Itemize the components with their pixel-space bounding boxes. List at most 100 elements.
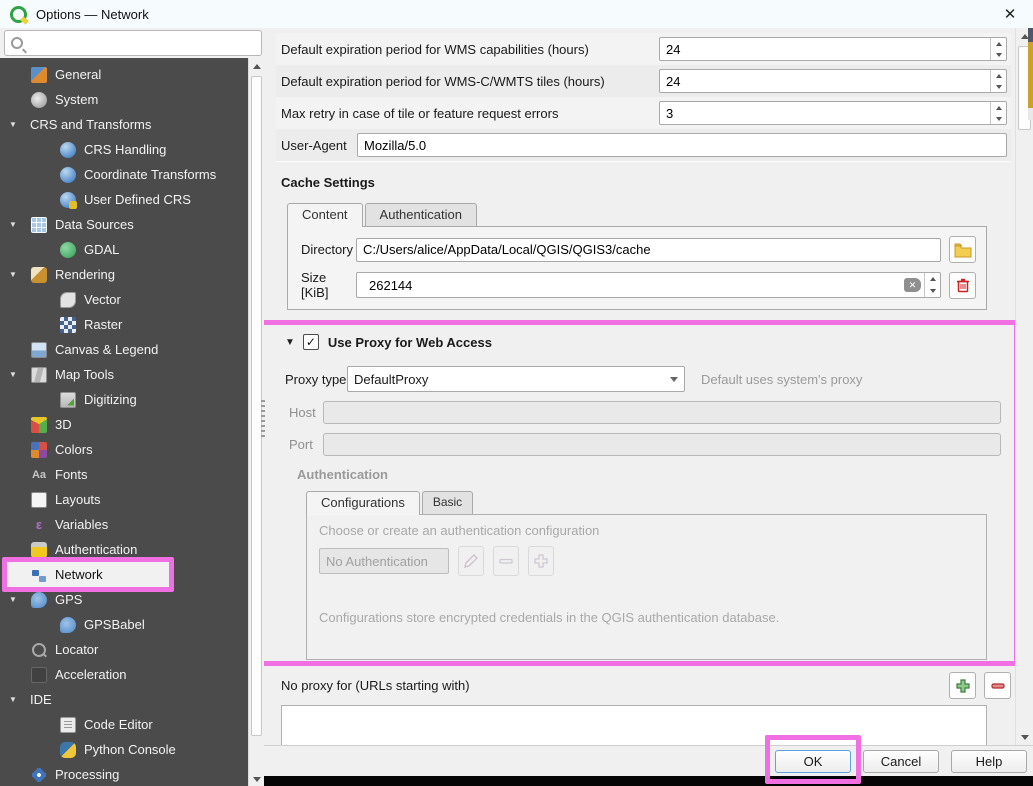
sidebar-item-acceleration[interactable]: Acceleration <box>0 662 248 687</box>
sidebar-item-vector[interactable]: Vector <box>0 287 248 312</box>
no-proxy-url-list[interactable] <box>281 705 987 745</box>
help-button[interactable]: Help <box>951 750 1027 773</box>
settings-tree: General System ▼ CRS and Transforms CRS … <box>0 58 248 786</box>
tab-configurations[interactable]: Configurations <box>306 491 420 514</box>
no-proxy-label: No proxy for (URLs starting with) <box>281 678 470 693</box>
authentication-heading: Authentication <box>297 467 1011 483</box>
clear-cache-button[interactable] <box>949 272 976 299</box>
wmts-tiles-value[interactable] <box>660 70 990 92</box>
scroll-down-icon[interactable] <box>1016 729 1033 745</box>
sidebar-item-digitizing[interactable]: Digitizing <box>0 387 248 412</box>
spin-down-icon[interactable] <box>991 81 1006 92</box>
screen-edge-artifact <box>1028 28 1033 120</box>
digitizing-icon <box>60 392 76 408</box>
sidebar-item-network[interactable]: Network <box>0 562 248 587</box>
browse-folder-button[interactable] <box>949 236 976 263</box>
search-box[interactable] <box>4 30 262 56</box>
user-agent-input[interactable] <box>357 133 1007 157</box>
search-input[interactable] <box>29 36 255 51</box>
expand-arrow-icon[interactable]: ▼ <box>9 270 17 279</box>
layouts-icon <box>31 492 47 508</box>
sidebar-item-map-tools[interactable]: ▼ Map Tools <box>0 362 248 387</box>
sidebar-item-user-defined-crs[interactable]: User Defined CRS <box>0 187 248 212</box>
size-label: Size [KiB] <box>301 270 356 300</box>
sidebar-item-ide[interactable]: ▼ IDE <box>0 687 248 712</box>
sidebar: General System ▼ CRS and Transforms CRS … <box>0 28 264 776</box>
cache-directory-input[interactable] <box>356 238 941 262</box>
sidebar-item-processing[interactable]: Processing <box>0 762 248 786</box>
max-retry-spinbox[interactable] <box>659 101 1007 125</box>
edit-auth-button[interactable] <box>458 546 484 576</box>
spin-down-icon[interactable] <box>991 113 1006 124</box>
cache-size-spinbox[interactable]: ✕ <box>356 272 941 298</box>
sidebar-item-gpsbabel[interactable]: GPSBabel <box>0 612 248 637</box>
add-url-button[interactable] <box>949 672 976 699</box>
sidebar-item-general[interactable]: General <box>0 62 248 87</box>
auth-info-text: Configurations store encrypted credentia… <box>319 610 974 625</box>
raster-icon <box>60 317 76 333</box>
main-scrollbar[interactable] <box>1015 28 1033 745</box>
tab-basic[interactable]: Basic <box>422 491 473 514</box>
sidebar-item-data-sources[interactable]: ▼ Data Sources <box>0 212 248 237</box>
scroll-up-icon[interactable] <box>249 58 264 74</box>
wms-capabilities-value[interactable] <box>660 38 990 60</box>
expand-arrow-icon[interactable]: ▼ <box>9 595 17 604</box>
spin-up-icon[interactable] <box>991 38 1006 49</box>
search-strip <box>0 28 264 58</box>
add-auth-button[interactable] <box>528 546 554 576</box>
remove-url-button[interactable] <box>984 672 1011 699</box>
sidebar-item-colors[interactable]: Colors <box>0 437 248 462</box>
sidebar-item-crs-handling[interactable]: CRS Handling <box>0 137 248 162</box>
auth-config-value: No Authentication <box>326 554 428 569</box>
wms-capabilities-spinbox[interactable] <box>659 37 1007 61</box>
general-icon <box>31 67 47 83</box>
tab-content[interactable]: Content <box>287 203 363 226</box>
expand-arrow-icon[interactable]: ▼ <box>9 120 17 129</box>
max-retry-label: Max retry in case of tile or feature req… <box>281 106 659 121</box>
remove-auth-button[interactable] <box>493 546 519 576</box>
trash-icon <box>955 277 971 293</box>
max-retry-value[interactable] <box>660 102 990 124</box>
spin-down-icon[interactable] <box>925 285 940 297</box>
proxy-type-note: Default uses system's proxy <box>701 372 862 387</box>
close-icon[interactable]: ✕ <box>997 5 1023 23</box>
spin-up-icon[interactable] <box>925 273 940 285</box>
sidebar-item-raster[interactable]: Raster <box>0 312 248 337</box>
sidebar-item-coordinate-transforms[interactable]: Coordinate Transforms <box>0 162 248 187</box>
sidebar-item-fonts[interactable]: Aa Fonts <box>0 462 248 487</box>
cache-size-value[interactable] <box>363 278 904 293</box>
clear-icon[interactable]: ✕ <box>904 278 921 292</box>
sidebar-item-code-editor[interactable]: Code Editor <box>0 712 248 737</box>
sidebar-item-system[interactable]: System <box>0 87 248 112</box>
sidebar-item-layouts[interactable]: Layouts <box>0 487 248 512</box>
cancel-button[interactable]: Cancel <box>863 750 939 773</box>
sidebar-item-canvas-legend[interactable]: Canvas & Legend <box>0 337 248 362</box>
sidebar-item-crs-and-transforms[interactable]: ▼ CRS and Transforms <box>0 112 248 137</box>
panel-splitter-handle[interactable] <box>261 400 265 440</box>
port-input[interactable] <box>323 433 1001 456</box>
expand-arrow-icon[interactable]: ▼ <box>9 695 17 704</box>
python-icon <box>60 742 76 758</box>
spin-up-icon[interactable] <box>991 102 1006 113</box>
sidebar-item-3d[interactable]: 3D <box>0 412 248 437</box>
proxy-section: ▼ ✓ Use Proxy for Web Access Proxy type … <box>276 320 1011 660</box>
tab-authentication[interactable]: Authentication <box>365 203 477 226</box>
spin-up-icon[interactable] <box>991 70 1006 81</box>
wmts-tiles-spinbox[interactable] <box>659 69 1007 93</box>
ok-button[interactable]: OK <box>775 750 851 773</box>
spin-down-icon[interactable] <box>991 49 1006 60</box>
host-input[interactable] <box>323 401 1001 424</box>
sidebar-item-rendering[interactable]: ▼ Rendering <box>0 262 248 287</box>
expand-arrow-icon[interactable]: ▼ <box>9 220 17 229</box>
sidebar-item-gdal[interactable]: GDAL <box>0 237 248 262</box>
scroll-down-icon[interactable] <box>249 771 264 786</box>
use-proxy-checkbox[interactable]: ✓ <box>303 334 319 350</box>
sidebar-item-python-console[interactable]: Python Console <box>0 737 248 762</box>
expand-arrow-icon[interactable]: ▼ <box>9 370 17 379</box>
collapse-arrow-icon[interactable]: ▼ <box>285 337 295 348</box>
sidebar-item-locator[interactable]: Locator <box>0 637 248 662</box>
sidebar-item-variables[interactable]: ε Variables <box>0 512 248 537</box>
proxy-type-select[interactable]: DefaultProxy <box>347 366 685 392</box>
auth-config-select[interactable]: No Authentication <box>319 548 449 574</box>
no-proxy-row: No proxy for (URLs starting with) <box>276 672 1011 699</box>
